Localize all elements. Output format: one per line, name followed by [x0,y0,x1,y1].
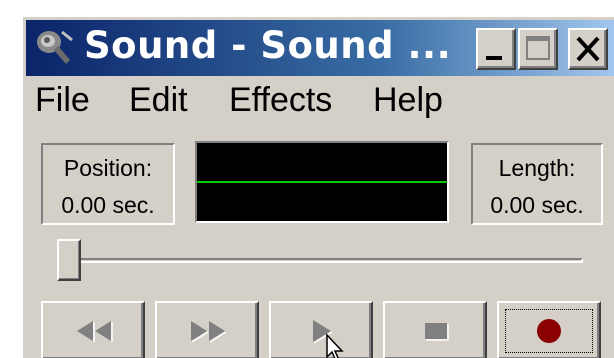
menu-edit[interactable]: Edit [129,81,188,120]
waveform-line [197,181,447,183]
position-display: Position: 0.00 sec. [41,143,175,225]
record-button[interactable] [497,301,601,358]
mouse-pointer-icon [326,333,344,358]
minimize-icon [486,56,502,60]
length-value: 0.00 sec. [490,192,584,218]
maximize-icon [526,36,550,60]
seek-to-end-button[interactable] [155,301,259,358]
window-title: Sound - Sound ... [84,24,452,67]
length-label: Length: [498,155,576,181]
seek-slider-thumb[interactable] [57,239,81,281]
menu-effects[interactable]: Effects [229,81,332,120]
stop-icon [425,323,449,341]
speaker-icon [37,30,73,64]
position-label: Position: [63,155,153,181]
stop-button[interactable] [383,301,487,358]
rewind-icon [77,321,113,342]
length-display: Length: 0.00 sec. [471,143,603,225]
sound-recorder-window: Sound - Sound ... File Edit Effects Help… [20,14,614,358]
title-bar[interactable]: Sound - Sound ... [26,20,614,76]
play-icon [313,320,333,344]
close-icon [576,36,600,62]
position-value: 0.00 sec. [61,192,155,218]
seek-to-start-button[interactable] [41,301,145,358]
minimize-button[interactable] [476,28,516,70]
waveform-display [195,141,449,223]
record-icon [537,319,561,343]
maximize-button[interactable] [518,28,558,70]
fast-forward-icon [191,321,227,343]
menu-file[interactable]: File [35,81,90,120]
play-button[interactable] [269,301,373,358]
close-button[interactable] [568,28,608,70]
menu-bar: File Edit Effects Help [23,79,614,125]
seek-slider-track[interactable] [65,258,583,263]
menu-help[interactable]: Help [373,81,443,120]
